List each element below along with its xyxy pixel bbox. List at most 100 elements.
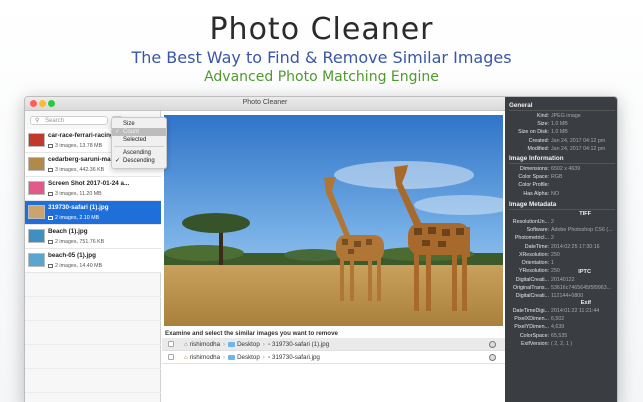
select-checkbox[interactable] [168, 341, 174, 347]
inspector-row: Size on Disk: 1.0 MB [505, 129, 617, 137]
empty-list-row [25, 345, 161, 369]
path-separator-icon: › [223, 341, 226, 348]
group-name: beach-05 (1).jpg [48, 252, 96, 259]
inspector-value: Jan 24, 2017 04:12 pm [551, 137, 606, 144]
sort-menu-item-selected[interactable]: Selected [112, 136, 166, 144]
inspector-value: 112144+0800 [551, 293, 584, 300]
group-thumbnail [28, 157, 45, 171]
group-list-item[interactable]: Beach (1).jpg 2 images, 751.76 KB [25, 225, 161, 249]
empty-list-row [25, 369, 161, 393]
inspector-value: 65,535 [551, 332, 568, 339]
inspector-row: OriginalTrans... 53616c7465645f5f9963... [505, 285, 617, 293]
group-meta: 2 images, 751.76 KB [48, 239, 104, 245]
file-row[interactable]: ⌂ rishimodha › Desktop › ▪ 319730-safari (1).j… [162, 338, 505, 351]
inspector-key: ColorSpace: [519, 332, 549, 339]
section-divider [509, 163, 615, 164]
inspector-row: PixelYDimen... 4,639 [505, 324, 617, 332]
inspector-row: ColorSpace: 65,535 [505, 332, 617, 341]
inspector-value: 1 [551, 260, 554, 266]
sort-menu-item-size[interactable]: Size [112, 120, 166, 128]
images-icon [48, 191, 53, 196]
inspector-key: DigitalCreati... [515, 293, 549, 300]
inspector-value: 1.0 MB [551, 121, 568, 128]
promo-tagline: Advanced Photo Matching Engine [204, 69, 439, 85]
inspector-value: Adobe Photoshop CS6 (... [551, 227, 613, 234]
inspector-row: Kind: JPEG image [505, 113, 617, 121]
check-icon: ✓ [115, 129, 121, 135]
group-list-item[interactable]: 319730-safari (1).jpg 2 images, 2.10 MB [25, 201, 161, 225]
path-separator-icon: › [262, 341, 265, 348]
menu-divider [114, 146, 164, 147]
group-list-item[interactable]: Screen Shot 2017-01-24 a... 3 images, 11.… [25, 177, 161, 201]
file-rows: ⌂ rishimodha › Desktop › ▪ 319730-safari (1).j… [162, 338, 505, 364]
preview-image[interactable] [164, 115, 503, 326]
empty-list-row [25, 273, 161, 297]
empty-list-row [25, 297, 161, 321]
home-icon: ⌂ [184, 341, 188, 348]
inspector-row: Color Profile: [505, 182, 617, 190]
inspector-value: Jan 24, 2017 04:12 pm [551, 145, 606, 152]
group-list-item[interactable]: beach-05 (1).jpg 2 images, 14.40 MB [25, 249, 161, 273]
inspector-value: 6,502 [551, 316, 565, 323]
inspector-key: XResolution: [518, 251, 549, 258]
inspector-key: DateTime: [524, 243, 549, 250]
images-icon [48, 215, 53, 220]
inspector-key: ResolutionUn... [512, 219, 549, 225]
folder-icon [228, 354, 236, 360]
giraffes-photo [164, 115, 503, 326]
inspector-row: ResolutionUn... 2 [505, 219, 617, 227]
main-pane: Examine and select the similar images yo… [162, 111, 505, 402]
inspector-value: JPEG image [551, 113, 581, 119]
group-name: Screen Shot 2017-01-24 a... [48, 180, 130, 187]
inspector-row: Dimensions: 6502 x 4639 [505, 166, 617, 174]
group-thumbnail [28, 253, 45, 267]
subsection-iptc: IPTC [578, 269, 591, 275]
section-image-metadata: Image Metadata [509, 201, 557, 208]
file-row[interactable]: ⌂ rishimodha › Desktop › ▪ 319730-safari.jpg [162, 351, 505, 364]
inspector-key: Dimensions: [519, 166, 549, 172]
images-icon [48, 143, 53, 148]
inspector-value: RGB [551, 174, 563, 181]
sort-menu-item-descending[interactable]: ✓ Descending [112, 157, 166, 165]
inspector-value: 2014:01:22 11:21:44 [551, 308, 600, 314]
search-input[interactable]: ⚲ Search [30, 116, 108, 125]
inspector-key: Kind: [536, 113, 549, 119]
sort-menu-item-count[interactable]: ✓ Count [112, 128, 166, 136]
inspector-key: PhotometricI... [514, 235, 549, 242]
search-icon: ⚲ [35, 118, 40, 124]
promo-subtitle: The Best Way to Find & Remove Similar Im… [131, 48, 512, 67]
image-file-icon: ▪ [267, 354, 271, 361]
inspector-row: ExifVersion:( 2, 2, 1 ) [505, 340, 617, 349]
app-window: Photo Cleaner ⚲ Search car-race-ferrari-… [24, 96, 618, 402]
subsection-tiff: TIFF [579, 211, 591, 217]
section-divider [509, 209, 615, 210]
reveal-in-finder-icon[interactable] [489, 341, 496, 348]
inspector-row: DateTimeDigi... 2014:01:22 11:21:44 [505, 308, 617, 316]
inspector-key: ExifVersion: [521, 340, 549, 347]
check-icon: ✓ [115, 158, 121, 164]
inspector-value: 1.0 MB [551, 129, 568, 136]
path-separator-icon: › [223, 354, 226, 361]
group-name: Beach (1).jpg [48, 228, 88, 235]
inspector-key: Color Space: [518, 174, 549, 181]
inspector-value: NO [551, 190, 559, 197]
folder-icon [228, 341, 236, 347]
sort-menu-item-ascending[interactable]: Ascending [112, 149, 166, 157]
select-checkbox[interactable] [168, 354, 174, 360]
inspector-row: Color Space: RGB [505, 174, 617, 182]
instruction-text: Examine and select the similar images yo… [165, 330, 338, 337]
group-meta: 3 images, 11.20 MB [48, 191, 102, 197]
inspector-value: 53616c7465645f5f9963... [551, 285, 612, 292]
inspector-row: Created: Jan 24, 2017 04:12 pm [505, 137, 617, 146]
inspector-key: Software: [526, 227, 549, 234]
section-image-info: Image Information [509, 155, 564, 162]
inspector-value: 250 [551, 251, 560, 258]
images-icon [48, 167, 53, 172]
inspector-key: DigitalCreati... [515, 277, 549, 283]
reveal-in-finder-icon[interactable] [489, 354, 496, 361]
inspector-row: DigitalCreati... 20140122 [505, 277, 617, 285]
section-divider [509, 110, 615, 111]
inspector-row: PixelXDimen... 6,502 [505, 316, 617, 324]
inspector-row: Software: Adobe Photoshop CS6 (... [505, 227, 617, 235]
section-general: General [509, 102, 533, 109]
